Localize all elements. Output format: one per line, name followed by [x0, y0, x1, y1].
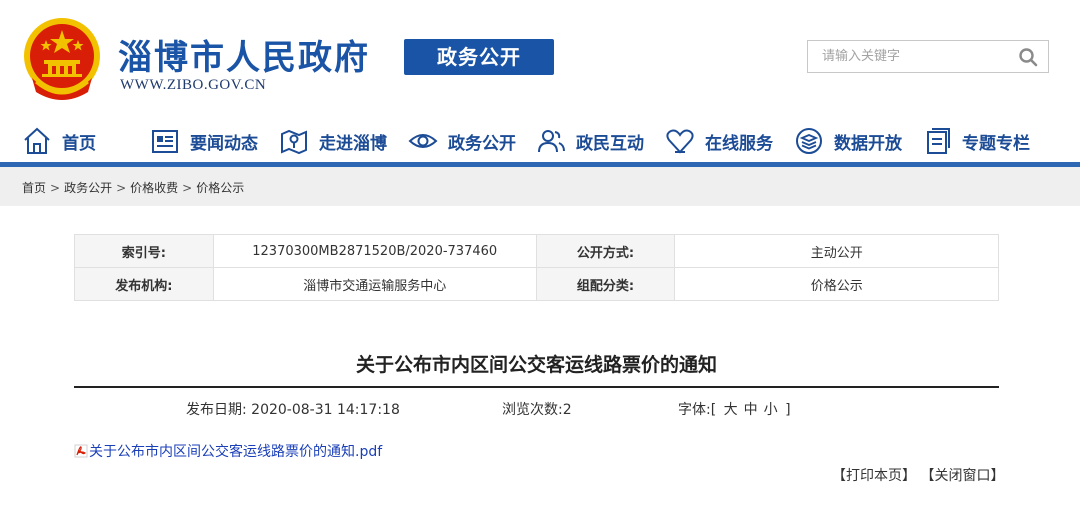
category-label: 组配分类:: [535, 267, 676, 301]
site-url: WWW.ZIBO.GOV.CN: [120, 77, 267, 93]
nav-label: 要闻动态: [190, 133, 258, 154]
layers-icon: [796, 128, 822, 154]
font-size-selector: 字体:[ 大中小 ]: [678, 399, 791, 419]
nav-item-gov-affairs[interactable]: 政务公开: [408, 124, 516, 158]
document-icon: [927, 128, 950, 154]
font-size-large[interactable]: 大: [724, 402, 738, 418]
nav-item-special-topics[interactable]: 专题专栏: [922, 124, 1030, 158]
index-value: 12370300MB2871520B/2020-737460: [212, 234, 537, 268]
font-size-label: 字体:: [678, 402, 711, 418]
title-divider: [74, 386, 999, 388]
close-window-link[interactable]: 【关闭窗口】: [920, 468, 1004, 484]
attachment-label: 关于公布市内区间公交客运线路票价的通知.pdf: [89, 444, 383, 460]
nav-item-online-service[interactable]: 在线服务: [665, 124, 773, 158]
nav-item-interaction[interactable]: 政民互动: [536, 124, 644, 158]
publisher-value: 淄博市交通运输服务中心: [212, 267, 537, 301]
font-size-medium[interactable]: 中: [744, 402, 758, 418]
view-count-value: 2: [562, 402, 572, 418]
document-meta-table: 索引号: 12370300MB2871520B/2020-737460 公开方式…: [74, 234, 999, 301]
search-icon[interactable]: [1018, 47, 1038, 67]
search-input[interactable]: [808, 41, 1008, 72]
nav-label: 专题专栏: [962, 133, 1030, 154]
site-header: 淄博市人民政府 WWW.ZIBO.GOV.CN 政务公开: [0, 0, 1080, 110]
table-row: 发布机构: 淄博市交通运输服务中心 组配分类: 价格公示: [74, 267, 999, 301]
nav-label: 在线服务: [705, 133, 773, 154]
article-title: 关于公布市内区间公交客运线路票价的通知: [355, 354, 717, 376]
nav-label: 数据开放: [834, 133, 902, 154]
breadcrumb-link-home[interactable]: 首页: [22, 181, 46, 195]
pdf-attachment-link[interactable]: 关于公布市内区间公交客运线路票价的通知.pdf: [74, 441, 382, 461]
nav-item-home[interactable]: 首页: [22, 124, 96, 158]
publish-date: 发布日期: 2020-08-31 14:17:18: [186, 399, 400, 419]
category-value: 价格公示: [674, 267, 999, 301]
main-nav: 首页 要闻动态 走进淄博 政务公开 政民互动 在线服务 数据开放 专题专栏: [0, 118, 1080, 164]
open-mode-label: 公开方式:: [535, 234, 676, 268]
nav-label: 走进淄博: [319, 133, 387, 154]
national-emblem-icon: [24, 18, 100, 100]
open-mode-value: 主动公开: [674, 234, 999, 268]
eye-icon: [408, 134, 438, 148]
section-badge[interactable]: 政务公开: [404, 39, 554, 75]
breadcrumb-link-price-charges[interactable]: 价格收费: [130, 181, 178, 195]
breadcrumb-link-gov-affairs[interactable]: 政务公开: [64, 181, 112, 195]
bracket-close: ]: [785, 402, 791, 418]
pdf-icon: [74, 444, 88, 458]
nav-item-open-data[interactable]: 数据开放: [794, 124, 902, 158]
nav-item-explore[interactable]: 走进淄博: [279, 124, 387, 158]
map-icon: [281, 129, 307, 155]
publisher-label: 发布机构:: [74, 267, 214, 301]
search-box: [807, 40, 1049, 73]
table-row: 索引号: 12370300MB2871520B/2020-737460 公开方式…: [74, 234, 999, 268]
font-size-small[interactable]: 小: [764, 402, 778, 418]
nav-item-news[interactable]: 要闻动态: [150, 124, 258, 158]
publish-date-label: 发布日期:: [186, 402, 247, 418]
bracket-open: [: [710, 402, 717, 418]
view-count-label: 浏览次数:: [502, 402, 563, 418]
news-icon: [152, 130, 178, 153]
breadcrumb-bar: 首页 > 政务公开 > 价格收费 > 价格公示: [0, 167, 1080, 206]
nav-label: 首页: [62, 133, 96, 154]
breadcrumb-link-price-notice[interactable]: 价格公示: [196, 181, 244, 195]
nav-label: 政务公开: [448, 133, 516, 154]
publish-date-value: 2020-08-31 14:17:18: [251, 402, 400, 418]
heart-icon: [666, 129, 694, 154]
nav-label: 政民互动: [576, 133, 644, 154]
page-actions: 【打印本页】 【关闭窗口】: [832, 465, 1004, 485]
home-icon: [24, 127, 50, 154]
index-label: 索引号:: [74, 234, 214, 268]
breadcrumb: 首页 > 政务公开 > 价格收费 > 价格公示: [22, 181, 245, 195]
print-page-link[interactable]: 【打印本页】: [832, 468, 916, 484]
site-title: 淄博市人民政府: [118, 38, 370, 78]
people-icon: [538, 130, 565, 153]
view-count: 浏览次数:2: [502, 399, 572, 419]
